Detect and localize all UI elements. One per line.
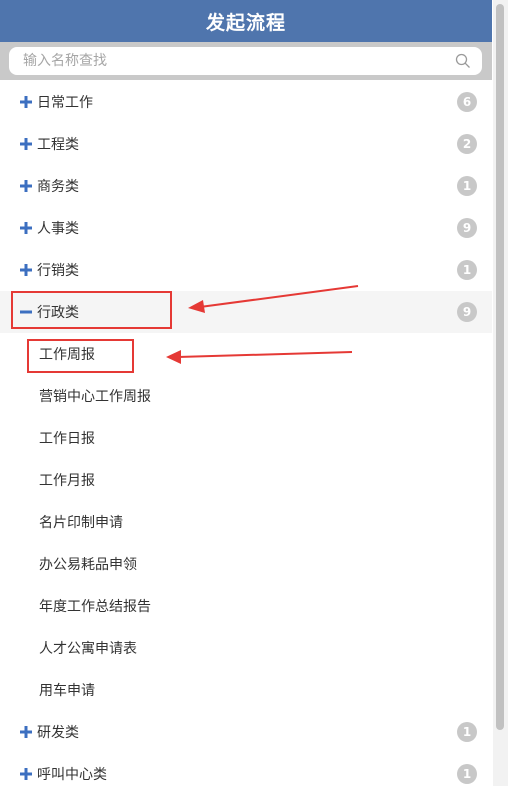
category-row-rnd[interactable]: 研发类 1: [0, 711, 492, 753]
plus-icon[interactable]: [18, 262, 34, 278]
process-item-label: 工作日报: [39, 431, 95, 447]
process-item-office-supplies[interactable]: 办公易耗品申领: [0, 543, 492, 585]
process-list: 日常工作 6 工程类 2 商务类 1 人事类 9 行销类 1 行政类 9 工作周…: [0, 81, 492, 786]
process-item-label: 用车申请: [39, 683, 95, 699]
process-item-sales-weekly-report[interactable]: 营销中心工作周报: [0, 375, 492, 417]
category-label: 行销类: [37, 263, 79, 279]
process-item-monthly-report[interactable]: 工作月报: [0, 459, 492, 501]
process-item-label: 工作月报: [39, 473, 95, 489]
process-item-business-card[interactable]: 名片印制申请: [0, 501, 492, 543]
launch-process-panel: 发起流程 日常工作 6 工程类 2 商务类 1 人事类 9: [0, 0, 492, 786]
plus-icon[interactable]: [18, 724, 34, 740]
count-badge: 6: [457, 92, 477, 112]
process-item-label: 名片印制申请: [39, 515, 123, 531]
page-title-text: 发起流程: [205, 11, 286, 34]
count-badge: 1: [457, 260, 477, 280]
category-label: 日常工作: [37, 95, 93, 111]
category-row-hr[interactable]: 人事类 9: [0, 207, 492, 249]
scrollbar-thumb[interactable]: [496, 4, 504, 730]
category-label: 商务类: [37, 179, 79, 195]
plus-icon[interactable]: [18, 136, 34, 152]
category-label: 工程类: [37, 137, 79, 153]
category-row-marketing[interactable]: 行销类 1: [0, 249, 492, 291]
count-badge: 9: [457, 218, 477, 238]
process-item-label: 人才公寓申请表: [39, 641, 137, 657]
process-item-vehicle-request[interactable]: 用车申请: [0, 669, 492, 711]
process-item-label: 年度工作总结报告: [39, 599, 151, 615]
process-item-talent-apartment[interactable]: 人才公寓申请表: [0, 627, 492, 669]
count-badge: 9: [457, 302, 477, 322]
search-icon[interactable]: [454, 52, 472, 70]
process-item-label: 办公易耗品申领: [39, 557, 137, 573]
count-badge: 1: [457, 176, 477, 196]
plus-icon[interactable]: [18, 178, 34, 194]
category-row-callcenter[interactable]: 呼叫中心类 1: [0, 753, 492, 786]
annotation-box-weekly-report: [27, 339, 134, 373]
plus-icon[interactable]: [18, 94, 34, 110]
category-label: 呼叫中心类: [37, 767, 107, 783]
search-input[interactable]: [21, 52, 454, 70]
plus-icon[interactable]: [18, 766, 34, 782]
category-row-daily[interactable]: 日常工作 6: [0, 81, 492, 123]
vertical-scrollbar[interactable]: [493, 0, 508, 786]
process-item-annual-summary[interactable]: 年度工作总结报告: [0, 585, 492, 627]
category-row-engineering[interactable]: 工程类 2: [0, 123, 492, 165]
search-box[interactable]: [9, 47, 482, 75]
count-badge: 2: [457, 134, 477, 154]
annotation-box-admin-category: [11, 291, 172, 329]
search-bar: [0, 42, 492, 80]
page-title: 发起流程: [0, 0, 492, 42]
category-label: 研发类: [37, 725, 79, 741]
plus-icon[interactable]: [18, 220, 34, 236]
count-badge: 1: [457, 722, 477, 742]
count-badge: 1: [457, 764, 477, 784]
process-item-daily-report[interactable]: 工作日报: [0, 417, 492, 459]
category-row-business[interactable]: 商务类 1: [0, 165, 492, 207]
category-label: 人事类: [37, 221, 79, 237]
process-item-label: 营销中心工作周报: [39, 389, 151, 405]
